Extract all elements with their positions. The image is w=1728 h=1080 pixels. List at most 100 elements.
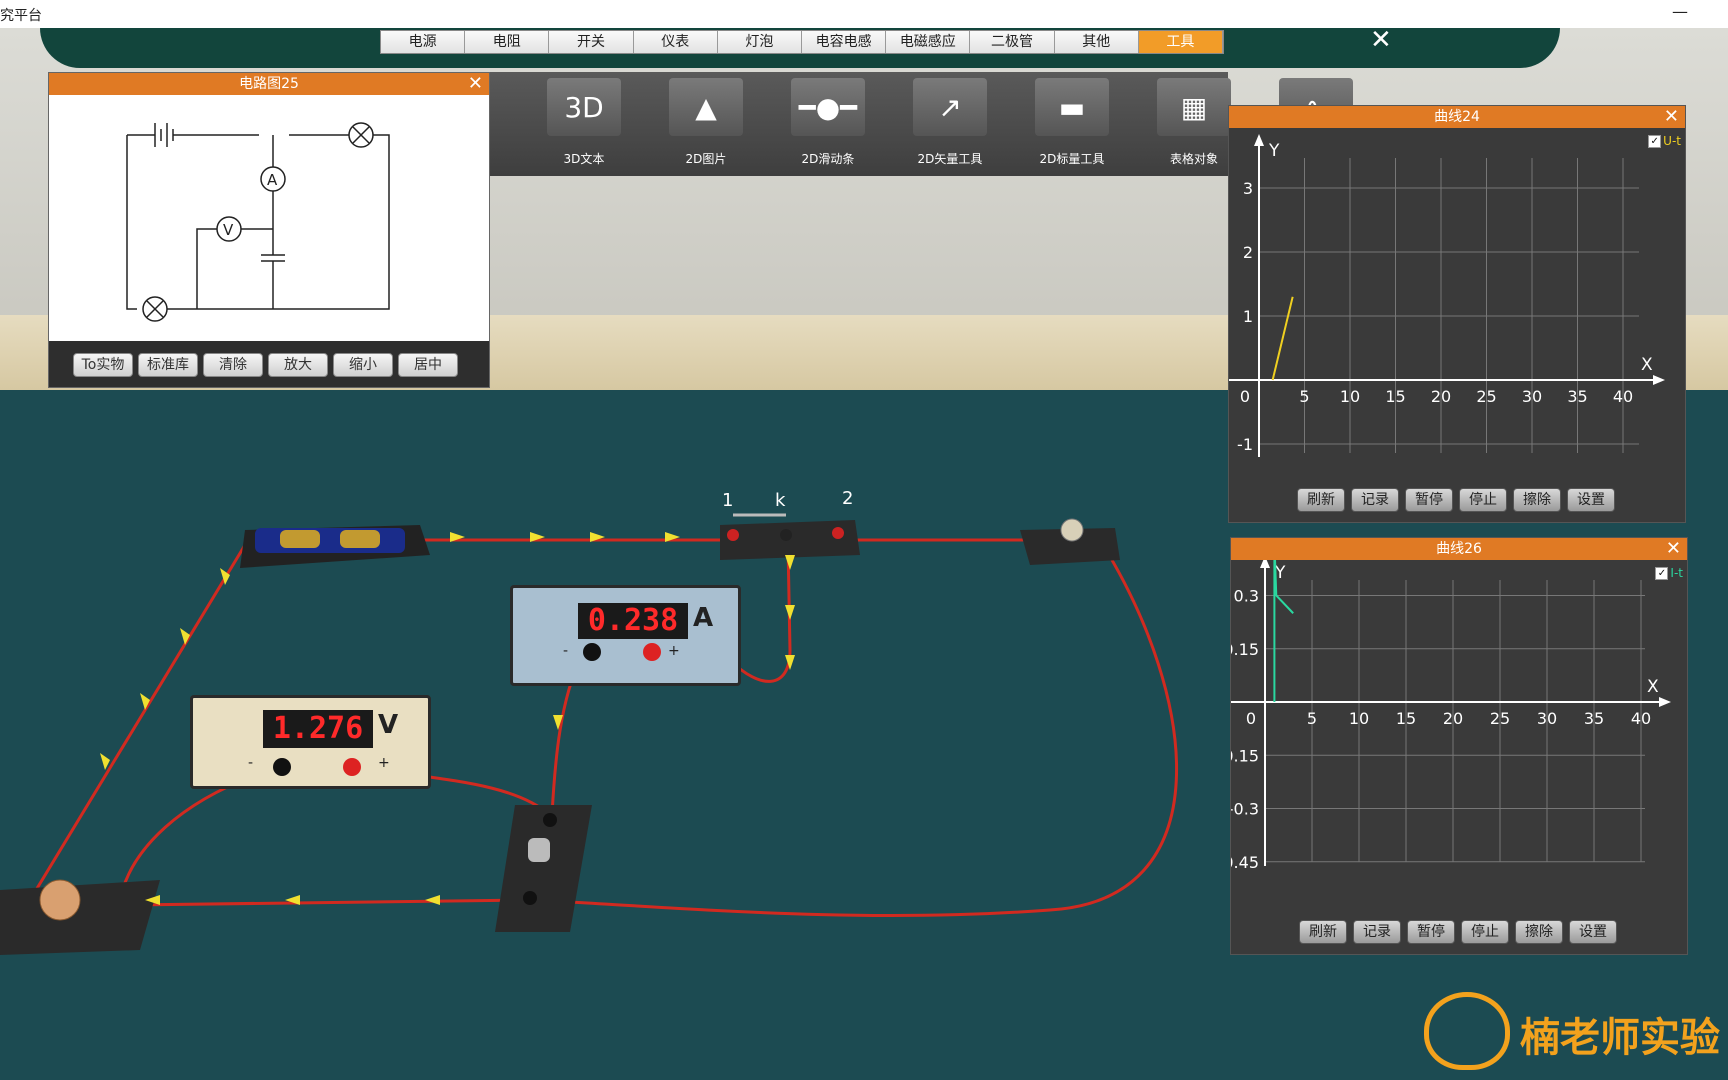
graph1-title: 曲线24 [1434,109,1480,125]
x-tick-label: 15 [1385,387,1405,406]
graph2-legend-label: I-t [1670,566,1683,580]
voltmeter-unit: V [378,710,399,740]
x-tick-label: 35 [1584,709,1604,728]
y-axis-arrow [1260,560,1270,568]
x-tick-label: 5 [1299,387,1309,406]
voltmeter-neg-terminal[interactable] [273,758,291,776]
diagram-button-4[interactable]: 缩小 [333,353,393,377]
series-line-0 [1271,296,1294,381]
graph-window-2: 曲线26 ✕ 0 5 10 15 20 25 30 35 40 0.3 0.15 0.15 -0.3 0.… [1230,537,1688,955]
x-axis-arrow [1659,697,1671,707]
x-tick-label: 20 [1431,387,1451,406]
wire-bottom [129,898,531,907]
graph-window-1: 曲线24 ✕ 0 5 10 15 20 25 30 35 40 3 2 1 -1 X Y ✓ U-t 刷新 记录… [1228,105,1686,523]
x-tick-label: 30 [1522,387,1542,406]
x-tick-label: 25 [1476,387,1496,406]
y-tick-label: -0.3 [1231,800,1259,819]
x-tick-label: 5 [1307,709,1317,728]
graph2-button-2[interactable]: 暂停 [1407,920,1455,944]
graph1-button-2[interactable]: 暂停 [1405,488,1453,512]
x-axis-arrow [1653,375,1665,385]
x-tick-label: 15 [1396,709,1416,728]
ammeter-minus-label: - [563,643,569,659]
y-tick-label: 2 [1243,243,1253,262]
circuit-diagram-window: 电路图25 ✕ A V To实物 标准库 清除 放大 缩小 居中 [48,72,490,388]
diagram-button-5[interactable]: 居中 [398,353,458,377]
voltmeter-minus-label: - [248,755,254,771]
graph1-legend-label: U-t [1663,134,1681,148]
diagram-button-0[interactable]: To实物 [73,353,133,377]
graph2-button-4[interactable]: 擦除 [1515,920,1563,944]
x-tick-label: 10 [1349,709,1369,728]
y-tick-label: 0.15 [1231,746,1259,765]
graph2-button-5[interactable]: 设置 [1569,920,1617,944]
diagram-toolbar: To实物 标准库 清除 放大 缩小 居中 [49,341,489,387]
diagram-button-1[interactable]: 标准库 [138,353,198,377]
y-tick-label: 0.45 [1231,853,1259,872]
graph1-button-5[interactable]: 设置 [1567,488,1615,512]
graph2-button-0[interactable]: 刷新 [1299,920,1347,944]
graph1-button-3[interactable]: 停止 [1459,488,1507,512]
voltmeter-pos-terminal[interactable] [343,758,361,776]
switch-label-2: 2 [842,488,854,509]
brand-logo: 楠老师实验 [1520,1015,1720,1061]
ammeter-symbol: A [267,171,278,189]
schematic: A V [126,122,390,322]
switch-label-1: 1 [722,490,734,511]
diagram-button-3[interactable]: 放大 [268,353,328,377]
wire-voltmeter-neg [118,768,271,901]
graph1-button-4[interactable]: 擦除 [1513,488,1561,512]
graph2-title: 曲线26 [1436,541,1482,557]
y-axis-label: Y [1268,141,1280,161]
x-axis-label: X [1641,355,1653,375]
graph2-button-3[interactable]: 停止 [1461,920,1509,944]
cat-logo-icon [1424,992,1510,1070]
graph2-titlebar: 曲线26 ✕ [1231,538,1687,560]
voltmeter[interactable]: 1.276 V - + [190,695,431,789]
x-axis-label: X [1647,677,1659,697]
y-tick-label: 0.15 [1231,640,1259,659]
diagram-button-2[interactable]: 清除 [203,353,263,377]
graph2-legend[interactable]: ✓ I-t [1655,566,1683,580]
ammeter-plus-label: + [668,643,680,659]
graph1-titlebar: 曲线24 ✕ [1229,106,1685,128]
checkbox-icon[interactable]: ✓ [1655,567,1669,580]
voltmeter-plus-label: + [378,755,390,771]
x-tick-label: 0 [1246,709,1256,728]
diagram-title: 电路图25 [239,76,299,92]
x-tick-label: 30 [1537,709,1557,728]
y-axis-arrow [1254,134,1264,146]
bulb-right[interactable] [1020,518,1120,565]
voltmeter-symbol: V [223,221,234,239]
switch-base[interactable] [720,513,860,560]
y-tick-label: -1 [1237,435,1253,454]
y-tick-label: 3 [1243,179,1253,198]
x-tick-label: 40 [1631,709,1651,728]
close-icon[interactable]: ✕ [1666,538,1681,560]
x-tick-label: 40 [1613,387,1633,406]
ammeter-pos-terminal[interactable] [643,643,661,661]
graph1-button-1[interactable]: 记录 [1351,488,1399,512]
checkbox-icon[interactable]: ✓ [1648,135,1662,148]
x-tick-label: 10 [1340,387,1360,406]
ammeter-display: 0.238 [578,603,688,639]
close-icon[interactable]: ✕ [468,73,483,95]
ammeter[interactable]: 0.238 A - + [510,585,741,686]
y-tick-label: 1 [1243,307,1253,326]
x-tick-label: 0 [1240,387,1250,406]
x-tick-label: 20 [1443,709,1463,728]
ammeter-neg-terminal[interactable] [583,643,601,661]
graph1-button-0[interactable]: 刷新 [1297,488,1345,512]
ammeter-unit: A [693,603,714,633]
graph1-legend[interactable]: ✓ U-t [1648,134,1681,148]
x-tick-label: 35 [1567,387,1587,406]
bulb-left[interactable] [0,879,160,955]
capacitor-base[interactable] [495,805,592,932]
graph1-plot: 0 5 10 15 20 25 30 35 40 3 2 1 -1 X Y [1229,134,1665,457]
x-tick-label: 25 [1490,709,1510,728]
battery-holder[interactable] [240,525,430,568]
graph2-button-1[interactable]: 记录 [1353,920,1401,944]
switch-label-k: k [775,490,786,511]
y-tick-label: 0.3 [1234,587,1259,606]
close-icon[interactable]: ✕ [1664,106,1679,128]
